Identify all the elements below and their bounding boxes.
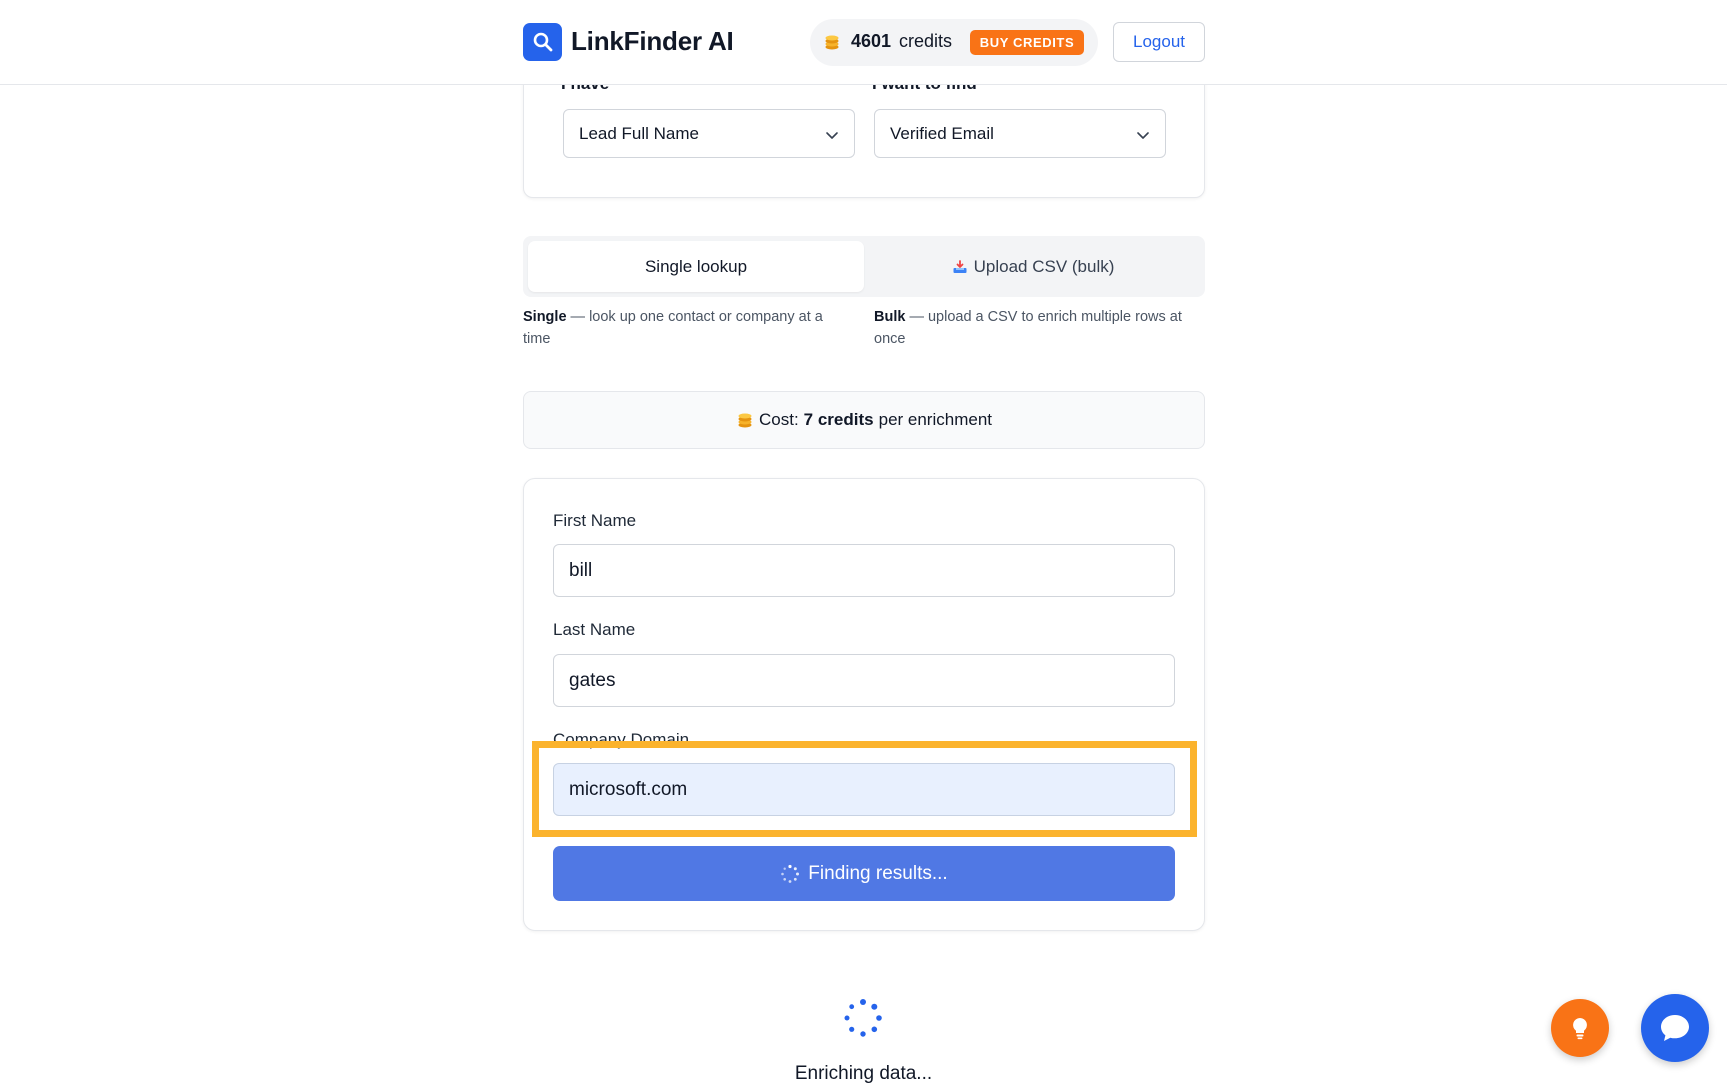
cost-suffix: per enrichment — [878, 410, 992, 429]
first-name-field[interactable] — [553, 544, 1175, 597]
bulk-desc-bold: Bulk — [874, 309, 906, 325]
last-name-label: Last Name — [553, 620, 636, 639]
tips-button[interactable] — [1551, 999, 1609, 1057]
want-select-value: Verified Email — [890, 123, 994, 143]
first-name-label: First Name — [553, 511, 637, 530]
find-results-label: Finding results... — [808, 862, 948, 884]
have-select[interactable]: Lead Full Name — [563, 109, 855, 158]
single-desc-text: — look up one contact or company at a ti… — [523, 309, 823, 347]
lightbulb-icon — [1573, 1018, 1587, 1040]
spinner-icon — [781, 864, 800, 883]
want-select[interactable]: Verified Email — [874, 109, 1166, 158]
tab-upload-csv-label: Upload CSV (bulk) — [973, 256, 1115, 276]
single-desc-bold: Single — [523, 309, 567, 325]
chevron-down-icon — [1137, 132, 1149, 139]
single-description: Single — look up one contact or company … — [523, 306, 853, 350]
company-domain-field[interactable] — [553, 763, 1175, 816]
coins-icon — [738, 413, 752, 428]
have-select-value: Lead Full Name — [579, 123, 700, 143]
spinner-icon — [844, 999, 882, 1037]
chevron-down-icon — [826, 132, 838, 139]
company-domain-label: Company Domain — [553, 730, 690, 749]
credits-count: 4601 — [851, 31, 892, 51]
bulk-description: Bulk — upload a CSV to enrich multiple r… — [874, 306, 1204, 350]
brand-name[interactable]: LinkFinder AI — [571, 26, 734, 57]
chat-button[interactable] — [1641, 994, 1709, 1062]
coins-icon — [825, 35, 839, 50]
buy-credits-button[interactable]: BUY CREDITS — [970, 30, 1084, 55]
enriching-status: Enriching data... — [794, 1063, 933, 1084]
tab-single-lookup[interactable]: Single lookup — [528, 241, 864, 292]
bulk-desc-text: — upload a CSV to enrich multiple rows a… — [874, 309, 1182, 347]
last-name-field[interactable] — [553, 654, 1175, 707]
app-header: LinkFinder AI 4601 credits BUY CREDITS L… — [0, 0, 1727, 85]
logout-button[interactable]: Logout — [1113, 22, 1205, 62]
find-results-button[interactable]: Finding results... — [553, 846, 1175, 901]
cost-amount: 7 credits — [803, 410, 874, 429]
cost-prefix: Cost: — [758, 410, 799, 429]
search-icon[interactable] — [523, 23, 562, 61]
chat-icon — [1661, 1015, 1689, 1041]
tab-upload-csv[interactable]: Upload CSV (bulk) — [866, 241, 1200, 292]
cost-banner: Cost: 7 credits per enrichment — [523, 391, 1205, 449]
credits-label: credits — [899, 31, 953, 51]
inbox-tray-icon — [953, 259, 967, 273]
